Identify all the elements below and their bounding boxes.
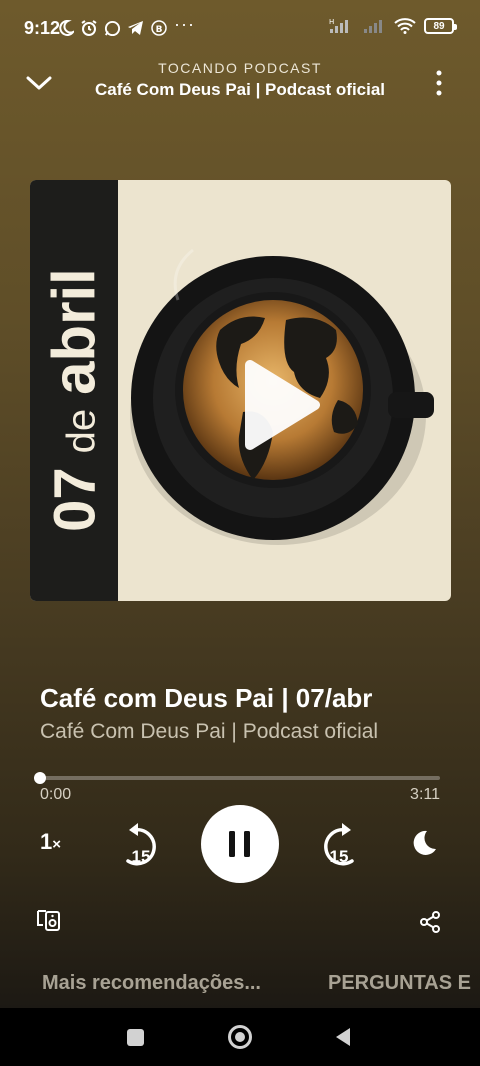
more-vertical-icon bbox=[436, 70, 442, 96]
moon-icon bbox=[413, 830, 436, 855]
pause-icon bbox=[229, 831, 250, 857]
artwork-month: abril bbox=[40, 268, 108, 395]
progress-thumb[interactable] bbox=[34, 772, 46, 784]
show-name[interactable]: Café Com Deus Pai | Podcast oficial bbox=[40, 720, 378, 744]
playback-controls: 1× 15 15 bbox=[0, 805, 480, 885]
more-notifications-indicator: ··· bbox=[174, 14, 195, 34]
status-bar: 9:12 B ··· H 89 bbox=[0, 0, 480, 60]
episode-title[interactable]: Café com Deus Pai | 07/abr bbox=[40, 683, 372, 714]
share-button[interactable] bbox=[418, 910, 442, 939]
status-time: 9:12 bbox=[24, 18, 61, 38]
svg-text:B: B bbox=[156, 25, 163, 35]
player-header: TOCANDO PODCAST Café Com Deus Pai | Podc… bbox=[0, 58, 480, 108]
signal-icon: H bbox=[329, 18, 348, 33]
context-title: Café Com Deus Pai | Podcast oficial bbox=[94, 80, 386, 99]
total-time: 3:11 bbox=[410, 786, 440, 803]
share-icon bbox=[420, 911, 440, 933]
recents-button[interactable] bbox=[127, 1029, 144, 1046]
system-icons: H 89 bbox=[328, 18, 457, 34]
connect-device-button[interactable] bbox=[36, 908, 62, 937]
skip-back-seconds: 15 bbox=[131, 847, 151, 866]
artwork-date: 07 de abril bbox=[40, 268, 109, 532]
pause-button[interactable] bbox=[201, 805, 279, 883]
now-playing-context[interactable]: TOCANDO PODCAST Café Com Deus Pai | Podc… bbox=[70, 60, 410, 100]
back-icon[interactable] bbox=[334, 1027, 352, 1047]
android-nav-bar bbox=[0, 1008, 480, 1066]
content-tabs: Mais recomendações... PERGUNTAS E bbox=[0, 962, 480, 1008]
home-button[interactable] bbox=[228, 1025, 252, 1049]
coffee-cup-illustration bbox=[130, 248, 434, 545]
notification-icons: B bbox=[58, 19, 167, 37]
skip-back-button[interactable]: 15 bbox=[116, 821, 166, 871]
tab-recommendations[interactable]: Mais recomendações... bbox=[42, 972, 261, 995]
tab-questions[interactable]: PERGUNTAS E bbox=[328, 972, 471, 995]
signal-secondary-icon bbox=[364, 20, 382, 33]
playback-speed-button[interactable]: 1× bbox=[40, 829, 61, 855]
more-options-button[interactable] bbox=[424, 66, 454, 100]
chevron-down-icon bbox=[26, 76, 52, 90]
skip-forward-seconds: 15 bbox=[329, 847, 349, 866]
elapsed-time: 0:00 bbox=[40, 786, 72, 803]
wifi-icon bbox=[394, 18, 416, 34]
speed-suffix: × bbox=[52, 836, 62, 853]
speed-value: 1 bbox=[40, 829, 53, 854]
telegram-icon bbox=[128, 21, 143, 35]
artwork-de: de bbox=[59, 408, 104, 454]
battery-level: 89 bbox=[433, 20, 445, 32]
progress-bar[interactable] bbox=[40, 776, 440, 780]
battery-icon: 89 bbox=[424, 18, 457, 34]
context-label: TOCANDO PODCAST bbox=[158, 60, 322, 76]
whatsapp-icon bbox=[104, 20, 121, 36]
devices-icon bbox=[37, 910, 60, 931]
svg-text:H: H bbox=[329, 18, 334, 26]
b-circle-icon: B bbox=[151, 20, 167, 36]
moon-icon bbox=[59, 20, 74, 36]
episode-artwork[interactable]: 07 de abril bbox=[30, 180, 451, 601]
artwork-day: 07 bbox=[42, 467, 108, 532]
alarm-icon bbox=[81, 20, 97, 36]
sleep-timer-button[interactable] bbox=[410, 829, 438, 862]
skip-forward-button[interactable]: 15 bbox=[314, 821, 364, 871]
collapse-button[interactable] bbox=[22, 66, 56, 100]
